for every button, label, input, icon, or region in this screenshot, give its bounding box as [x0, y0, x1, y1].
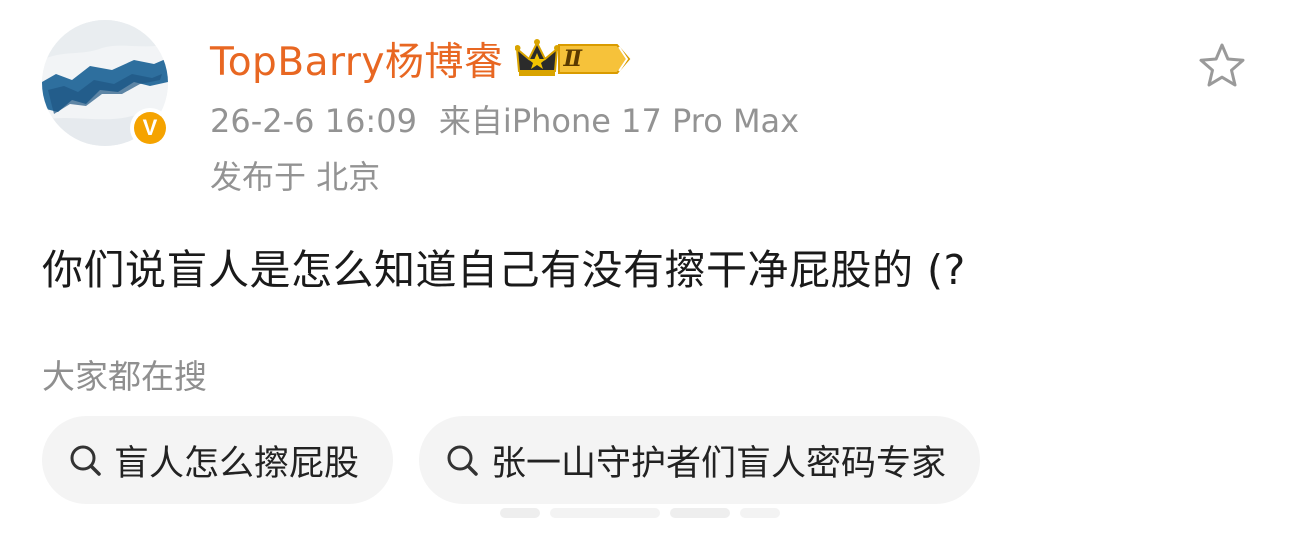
post-meta: 26-2-6 16:09 来自iPhone 17 Pro Max: [210, 96, 799, 142]
weibo-post: V TopBarry杨博睿 Ⅱ 26-2-6 16:09 来自iPhone 17 …: [0, 0, 1290, 541]
related-search-label: 张一山守护者们盲人密码专家: [491, 443, 947, 484]
post-source: 来自iPhone 17 Pro Max: [438, 102, 800, 140]
post-timestamp[interactable]: 26-2-6 16:09: [210, 102, 417, 140]
post-content: 你们说盲人是怎么知道自己有没有擦干净屁股的 (?: [42, 246, 966, 294]
verified-mark: V: [142, 115, 158, 140]
verified-badge: V: [130, 108, 170, 148]
related-searches-title: 大家都在搜: [42, 357, 207, 396]
related-search-chip[interactable]: 张一山守护者们盲人密码专家: [419, 416, 981, 504]
post-location: 发布于 北京: [210, 158, 381, 196]
watermark-strip: [500, 508, 780, 518]
v-badge-icon: V: [134, 112, 166, 144]
author-row: TopBarry杨博睿 Ⅱ: [210, 31, 652, 87]
level-badge[interactable]: Ⅱ: [515, 37, 652, 81]
author-name[interactable]: TopBarry杨博睿: [210, 31, 503, 87]
level-text: Ⅱ: [563, 46, 582, 72]
star-outline-icon: [1199, 43, 1245, 87]
related-search-label: 盲人怎么擦屁股: [114, 443, 360, 484]
search-icon: [68, 443, 102, 477]
related-search-chip[interactable]: 盲人怎么擦屁股: [42, 416, 394, 504]
search-icon: [445, 443, 479, 477]
favorite-button[interactable]: [1194, 38, 1250, 94]
related-searches-list: 盲人怎么擦屁股 张一山守护者们盲人密码专家: [42, 416, 1006, 504]
